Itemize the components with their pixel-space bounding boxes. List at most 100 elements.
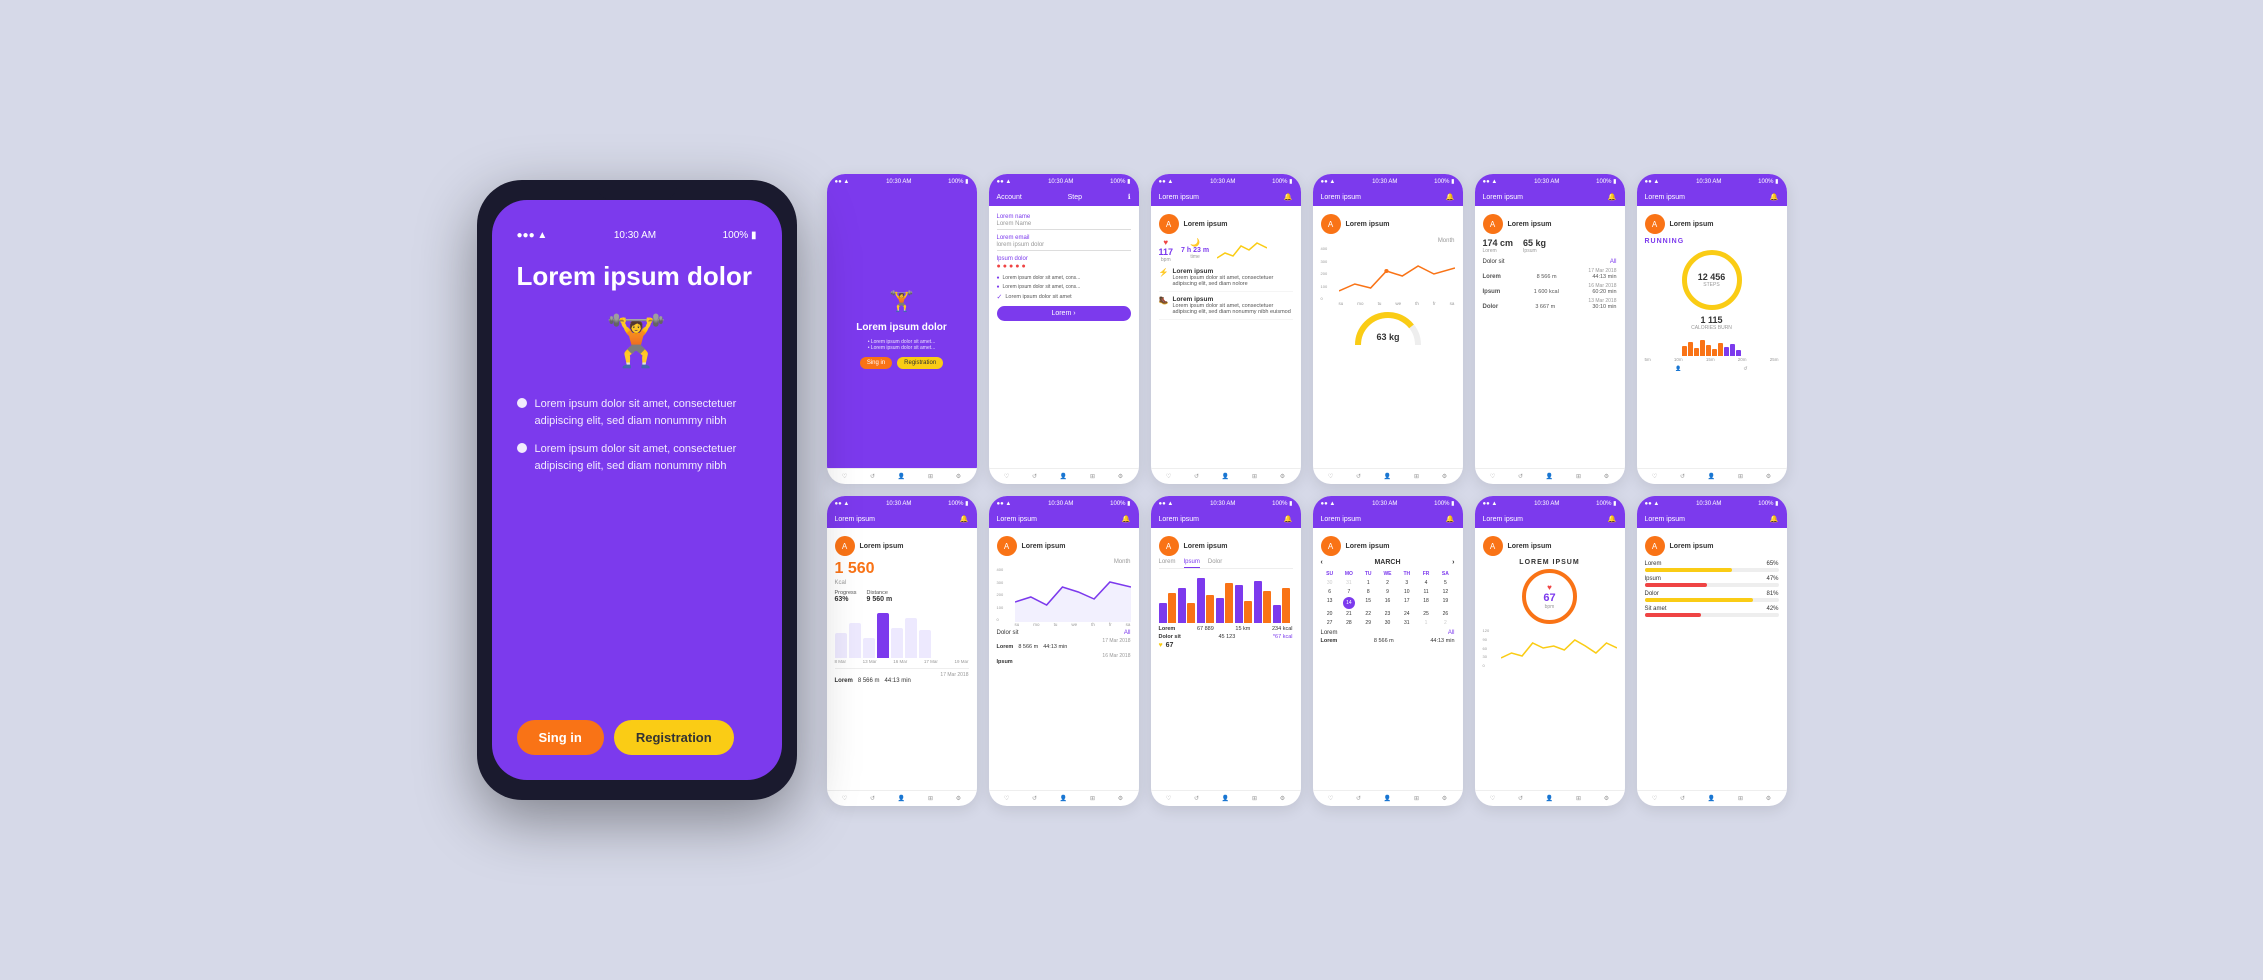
status-bar-11: ●● ▲10:30 AM100% ▮ (1475, 496, 1625, 511)
weight-gauge: 63 kg (1321, 310, 1455, 350)
header-5: Lorem ipsum 🔔 (1475, 189, 1625, 206)
header-10: Lorem ipsum 🔔 (1313, 511, 1463, 528)
header-3: Lorem ipsum 🔔 (1151, 189, 1301, 206)
splash-signin-btn[interactable]: Sing in (860, 357, 892, 369)
screen-progress: ●● ▲10:30 AM100% ▮ Lorem ipsum 🔔 A Lorem… (1637, 496, 1787, 806)
content-3: A Lorem ipsum ♥ 117 bpm 🌙 7 h 23 m time (1151, 206, 1301, 468)
content-10: A Lorem ipsum ‹ MARCH › SU MO TU WE TH F… (1313, 528, 1463, 790)
calendar-header: ‹ MARCH › (1321, 559, 1455, 566)
line-chart-8: 4003002001000 (997, 567, 1131, 622)
status-bar-12: ●● ▲10:30 AM100% ▮ (1637, 496, 1787, 511)
splash-register-btn[interactable]: Registration (897, 357, 943, 369)
grouped-bars (1159, 573, 1293, 623)
status-bar-1: ●● ▲10:30 AM100% ▮ (827, 174, 977, 189)
splash-title: Lorem ipsum dolor (856, 322, 947, 333)
status-bar-6: ●● ▲10:30 AM100% ▮ (1637, 174, 1787, 189)
header-12: Lorem ipsum 🔔 (1637, 511, 1787, 528)
avatar-3: A (1159, 214, 1179, 234)
status-bar-9: ●● ▲10:30 AM100% ▮ (1151, 496, 1301, 511)
avatar-6: A (1645, 214, 1665, 234)
nav-bar-8: ♡↺👤⊞⚙ (989, 790, 1139, 806)
workout-row-9c: ♥ 67 (1159, 642, 1293, 649)
screens-grid: ●● ▲10:30 AM100% ▮ 🏋️ Lorem ipsum dolor … (827, 174, 1787, 806)
cal-workout: Lorem 8 566 m 44:13 min (1321, 638, 1455, 644)
bullet-dot-2 (517, 443, 527, 453)
workout-1: 17 Mar 2018 Lorem 8 566 m 44:13 min (1483, 268, 1617, 280)
content-9: A Lorem ipsum Lorem Ipsum Dolor (1151, 528, 1301, 790)
header-11: Lorem ipsum 🔔 (1475, 511, 1625, 528)
nav-bar-1: ♡↺👤⊞⚙ (827, 468, 977, 484)
content-11: A Lorem ipsum LOREM IPSUM ♥ 67 bpm 12090… (1475, 528, 1625, 790)
signin-button[interactable]: Sing in (517, 720, 604, 755)
screen-calendar: ●● ▲10:30 AM100% ▮ Lorem ipsum 🔔 A Lorem… (1313, 496, 1463, 806)
status-bar-7: ●● ▲10:30 AM100% ▮ (827, 496, 977, 511)
progress-4: Sit amet 42% (1645, 606, 1779, 617)
avatar-10: A (1321, 536, 1341, 556)
status-bar-8: ●● ▲10:30 AM100% ▮ (989, 496, 1139, 511)
activity-2: 🥾 Lorem ipsum Lorem ipsum dolor sit amet… (1159, 296, 1293, 320)
progress-1: Lorem 65% (1645, 561, 1779, 572)
activity-1: ⚡ Lorem ipsum Lorem ipsum dolor sit amet… (1159, 268, 1293, 292)
workout-row-9a: Lorem 67 889 15 km 234 kcal (1159, 626, 1293, 632)
screen-splash: ●● ▲10:30 AM100% ▮ 🏋️ Lorem ipsum dolor … (827, 174, 977, 484)
dumbbell-icon: 🏋️ (517, 312, 757, 371)
bpm-circle: ♥ 67 bpm (1522, 569, 1577, 624)
tab-dolor[interactable]: Dolor (1208, 559, 1222, 568)
screen-account: ●● ▲10:30 AM100% ▮ Account Step ℹ Lorem … (989, 174, 1139, 484)
avatar-5: A (1483, 214, 1503, 234)
tab-row-9[interactable]: Lorem Ipsum Dolor (1159, 559, 1293, 569)
avatar-12: A (1645, 536, 1665, 556)
nav-bar-11: ♡↺👤⊞⚙ (1475, 790, 1625, 806)
avatar-11: A (1483, 536, 1503, 556)
screen-running: ●● ▲10:30 AM100% ▮ Lorem ipsum 🔔 A Lorem… (1637, 174, 1787, 484)
status-bar-10: ●● ▲10:30 AM100% ▮ (1313, 496, 1463, 511)
progress-row-7: Progress 63% Distance 9 560 m (835, 590, 969, 603)
stats-row-3: ♥ 117 bpm 🌙 7 h 23 m time (1159, 238, 1293, 263)
password-field: Ipsum dolor ● ● ● ● ● (997, 256, 1131, 270)
profile-stats: 174 cm Lorem 65 kg Ipsum (1483, 238, 1617, 254)
screen-weight: ●● ▲10:30 AM100% ▮ Lorem ipsum 🔔 A Lorem… (1313, 174, 1463, 484)
workout-row-9b: Dolor sit 45 123 *67 kcal (1159, 634, 1293, 640)
bullet-1: ●Lorem ipsum dolor sit amet, cons... (997, 275, 1131, 281)
nav-bar-6: ♡↺👤⊞⚙ (1637, 468, 1787, 484)
splash-bullets: • Lorem ipsum dolor sit amet... • Lorem … (868, 339, 936, 351)
checkbox[interactable]: ✓Lorem ipsum dolor sit amet (997, 293, 1131, 301)
tab-ipsum[interactable]: Ipsum (1184, 559, 1200, 568)
avatar-4: A (1321, 214, 1341, 234)
status-time: 10:30 AM (614, 230, 656, 241)
screen-barchart: ●● ▲10:30 AM100% ▮ Lorem ipsum 🔔 A Lorem… (1151, 496, 1301, 806)
screen-bpm: ●● ▲10:30 AM100% ▮ Lorem ipsum 🔔 A Lorem… (1475, 496, 1625, 806)
calorie-bars (835, 608, 969, 658)
bullet-dot-1 (517, 398, 527, 408)
phone-screen: ●●● ▲ 10:30 AM 100% ▮ Lorem ipsum dolor … (492, 200, 782, 780)
register-button[interactable]: Registration (614, 720, 734, 755)
workout-item-7: 17 Mar 2018 Lorem 8 566 m 44:13 min (835, 668, 969, 684)
name-field: Lorem name Lorem Name (997, 214, 1131, 230)
workout-2: 16 Mar 2018 Ipsum 1 600 kcal 60:20 min (1483, 283, 1617, 295)
phone-title: Lorem ipsum dolor (517, 261, 757, 292)
avatar-8: A (997, 536, 1017, 556)
email-field: Lorem email lorem ipsum dolor (997, 235, 1131, 251)
submit-btn[interactable]: Lorem › (997, 306, 1131, 321)
nav-bar-5: ♡↺👤⊞⚙ (1475, 468, 1625, 484)
screen-heartrate: ●● ▲10:30 AM100% ▮ Lorem ipsum 🔔 A Lorem… (1151, 174, 1301, 484)
content-2: Lorem name Lorem Name Lorem email lorem … (989, 206, 1139, 468)
header-7: Lorem ipsum 🔔 (827, 511, 977, 528)
tab-lorem[interactable]: Lorem (1159, 559, 1176, 568)
content-8: A Lorem ipsum Month 4003002001000 sumotu… (989, 528, 1139, 790)
header-8: Lorem ipsum 🔔 (989, 511, 1139, 528)
progress-3: Dolor 81% (1645, 591, 1779, 602)
phone-mockup: ●●● ▲ 10:30 AM 100% ▮ Lorem ipsum dolor … (477, 180, 797, 800)
phone-notch (597, 180, 677, 200)
header-2: Account Step ℹ (989, 189, 1139, 206)
nav-bar-12: ♡↺👤⊞⚙ (1637, 790, 1787, 806)
svg-text:63 kg: 63 kg (1376, 332, 1399, 342)
bpm-chart: 1209060300 (1483, 628, 1617, 668)
status-bar-5: ●● ▲10:30 AM100% ▮ (1475, 174, 1625, 189)
progress-2: Ipsum 47% (1645, 576, 1779, 587)
status-bar-3: ●● ▲10:30 AM100% ▮ (1151, 174, 1301, 189)
nav-bar-2: ♡↺👤⊞⚙ (989, 468, 1139, 484)
splash-dumbbell-icon: 🏋️ (889, 289, 914, 314)
phone-buttons: Sing in Registration (517, 720, 757, 755)
status-bar-4: ●● ▲10:30 AM100% ▮ (1313, 174, 1463, 189)
